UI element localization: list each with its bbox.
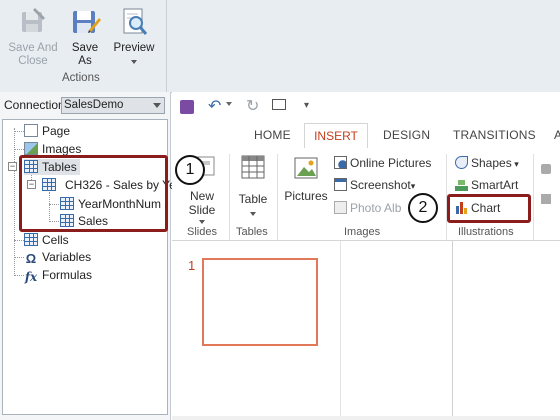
highlight-box-chart bbox=[447, 194, 531, 223]
group-divider bbox=[277, 154, 278, 240]
chevron-down-icon[interactable] bbox=[153, 103, 161, 108]
smartart-icon bbox=[455, 178, 468, 191]
save-and-close-icon bbox=[17, 6, 49, 38]
tab-animations[interactable]: A bbox=[554, 128, 560, 142]
save-as-label: Save As bbox=[71, 42, 99, 67]
slide-number: 1 bbox=[188, 258, 196, 273]
pictures-button[interactable]: Pictures bbox=[282, 154, 330, 203]
highlight-box-tables bbox=[19, 155, 168, 232]
tree-item-label: Variables bbox=[42, 250, 92, 264]
tab-transitions[interactable]: TRANSITIONS bbox=[453, 128, 536, 142]
screenshot-icon bbox=[334, 178, 347, 191]
tab-design[interactable]: DESIGN bbox=[383, 128, 430, 142]
pictures-label: Pictures bbox=[284, 189, 328, 203]
screenshot-button[interactable]: Screenshot▾ bbox=[334, 177, 415, 193]
collapse-icon[interactable]: − bbox=[8, 162, 17, 171]
group-divider bbox=[533, 154, 534, 240]
tab-insert[interactable]: INSERT bbox=[304, 123, 368, 149]
smartart-button[interactable]: SmartArt bbox=[455, 177, 518, 193]
shapes-dropdown-icon[interactable]: ▾ bbox=[512, 159, 519, 169]
online-pictures-button[interactable]: Online Pictures bbox=[334, 155, 431, 171]
group-label-tables: Tables bbox=[236, 226, 268, 238]
shapes-button[interactable]: Shapes ▾ bbox=[455, 155, 519, 171]
table-dropdown-icon[interactable] bbox=[250, 212, 256, 216]
new-slide-dropdown-icon[interactable] bbox=[199, 220, 205, 224]
function-icon: fx bbox=[24, 270, 38, 284]
status-strip bbox=[172, 416, 560, 420]
photo-album-button[interactable]: Photo Alb bbox=[334, 200, 401, 216]
callout-step-1: 1 bbox=[175, 155, 205, 185]
redo-icon[interactable]: ↻ bbox=[246, 96, 259, 116]
photo-album-icon bbox=[334, 201, 347, 214]
quick-access-toolbar: ↶ ↻ ▾ bbox=[172, 92, 560, 122]
smartart-label: SmartArt bbox=[471, 178, 519, 192]
tree-item-page[interactable]: Page bbox=[24, 123, 70, 139]
tree-line bbox=[14, 240, 24, 241]
tree-item-cells[interactable]: Cells bbox=[24, 232, 69, 248]
tab-home[interactable]: HOME bbox=[254, 128, 291, 142]
connection-label: Connection bbox=[4, 98, 65, 112]
save-as-icon bbox=[69, 6, 101, 38]
connection-value: SalesDemo bbox=[64, 99, 124, 111]
callout-step-2: 2 bbox=[408, 193, 438, 223]
tree-item-formulas[interactable]: fx Formulas bbox=[24, 267, 93, 284]
save-and-close-button[interactable]: Save And Close bbox=[6, 6, 60, 68]
tree-item-label: Cells bbox=[42, 233, 69, 247]
table-button[interactable]: Table bbox=[234, 154, 272, 216]
group-divider bbox=[229, 154, 230, 240]
group-label-illustrations: Illustrations bbox=[458, 226, 514, 238]
tree-line bbox=[14, 149, 24, 150]
connection-select[interactable]: SalesDemo bbox=[61, 97, 165, 114]
pictures-icon bbox=[294, 157, 318, 179]
preview-icon bbox=[118, 6, 150, 38]
preview-dropdown-icon[interactable] bbox=[131, 60, 137, 64]
tree-line bbox=[14, 128, 15, 276]
shapes-icon bbox=[455, 156, 468, 169]
slideshow-icon[interactable] bbox=[272, 99, 286, 110]
tree-item-label: Formulas bbox=[42, 268, 93, 282]
store-icon[interactable] bbox=[541, 194, 551, 204]
tree-item-label: Images bbox=[42, 142, 82, 156]
group-label-images: Images bbox=[344, 226, 381, 238]
tree-line bbox=[14, 257, 24, 258]
tree-item-label: Page bbox=[42, 124, 71, 138]
online-pictures-label: Online Pictures bbox=[350, 156, 432, 170]
slide-canvas[interactable] bbox=[452, 241, 560, 420]
customize-toolbar-icon[interactable]: ▾ bbox=[304, 100, 309, 111]
omega-icon: Ω bbox=[25, 251, 37, 266]
save-icon[interactable] bbox=[180, 100, 194, 114]
save-as-button[interactable]: Save As bbox=[64, 6, 106, 68]
save-and-close-label: Save And Close bbox=[8, 42, 58, 67]
screenshot-label: Screenshot bbox=[350, 178, 411, 192]
apps-icon[interactable] bbox=[541, 164, 551, 174]
shapes-label: Shapes bbox=[471, 156, 512, 170]
slide-thumbnail[interactable] bbox=[202, 258, 318, 346]
tree-line bbox=[14, 275, 24, 276]
image-icon bbox=[24, 142, 38, 155]
photo-album-label: Photo Alb bbox=[350, 201, 402, 215]
preview-button[interactable]: Preview bbox=[110, 6, 158, 64]
new-slide-label: New Slide bbox=[188, 189, 216, 217]
actions-group-label: Actions bbox=[62, 72, 100, 84]
online-pictures-icon bbox=[334, 156, 347, 169]
table-icon bbox=[241, 155, 265, 179]
preview-label: Preview bbox=[113, 42, 155, 54]
table-label: Table bbox=[238, 192, 268, 206]
tree-item-variables[interactable]: Ω Variables bbox=[24, 249, 91, 265]
screenshot-dropdown-icon[interactable]: ▾ bbox=[411, 181, 416, 191]
page-icon bbox=[24, 124, 38, 137]
cells-icon bbox=[24, 233, 38, 246]
main-toolbar: Save And Close Save As Preview Actions bbox=[0, 0, 560, 93]
toolbar-divider bbox=[166, 0, 167, 92]
tree-line bbox=[14, 131, 24, 132]
undo-icon[interactable]: ↶ bbox=[208, 96, 221, 116]
undo-dropdown-icon[interactable] bbox=[226, 102, 232, 106]
group-label-slides: Slides bbox=[187, 226, 217, 238]
